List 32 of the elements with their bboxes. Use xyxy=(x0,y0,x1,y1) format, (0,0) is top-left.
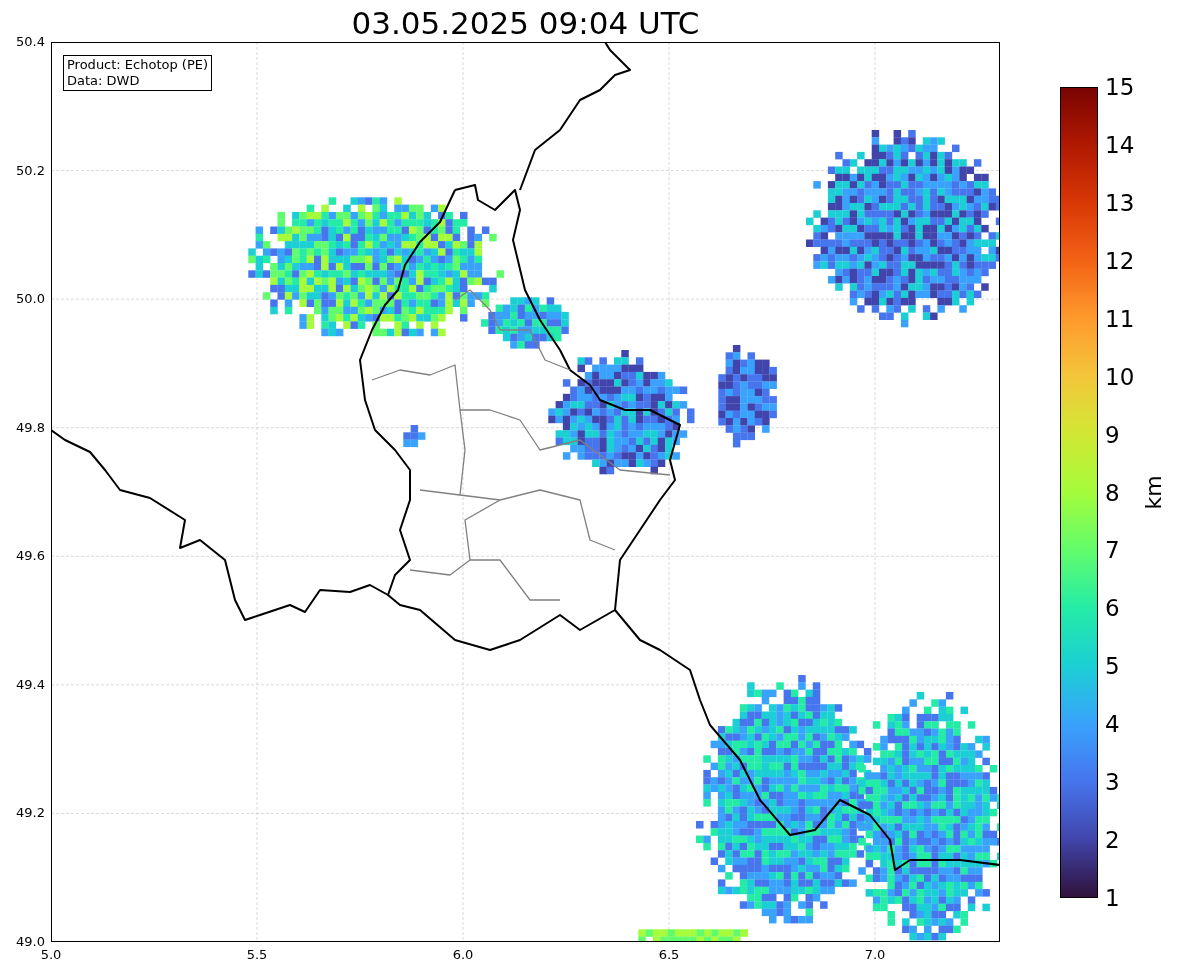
colorbar-tick-label: 5 xyxy=(1105,654,1120,679)
colorbar-tick-label: 4 xyxy=(1105,712,1120,737)
colorbar-tick-label: 8 xyxy=(1105,480,1120,505)
y-tick-label: 49.2 xyxy=(16,806,45,821)
x-tick-label: 6.0 xyxy=(452,948,474,962)
y-tick-label: 49.0 xyxy=(16,935,45,949)
colorbar-tick-label: 1 xyxy=(1105,886,1120,910)
colorbar-tick-label: 10 xyxy=(1105,364,1135,389)
colorbar-tick-label: 3 xyxy=(1105,770,1120,795)
radar-echo xyxy=(403,425,426,448)
figure-title: 03.05.2025 09:04 UTC xyxy=(351,8,700,42)
colorbar-tick-label: 14 xyxy=(1105,132,1135,157)
y-tick-label: 49.6 xyxy=(16,549,45,564)
colorbar-tick-label: 13 xyxy=(1105,190,1135,215)
x-tick-label: 7.0 xyxy=(864,948,886,962)
y-tick-label: 49.4 xyxy=(16,677,45,692)
x-tick-label: 5.0 xyxy=(40,948,62,962)
y-tick-label: 49.8 xyxy=(16,420,45,435)
colorbar-tick-label: 11 xyxy=(1105,306,1135,331)
colorbar-label: km xyxy=(1139,475,1167,510)
colorbar-tick-label: 2 xyxy=(1105,828,1120,853)
y-tick-label: 50.0 xyxy=(16,292,45,307)
colorbar-tick-label: 9 xyxy=(1105,422,1120,447)
x-tick-label: 6.5 xyxy=(658,948,680,962)
info-box: Product: Echotop (PE) Data: DWD xyxy=(63,55,213,91)
x-tick-label: 5.5 xyxy=(246,948,268,962)
y-tick-label: 50.2 xyxy=(16,163,45,178)
colorbar-tick-label: 6 xyxy=(1105,596,1120,621)
colorbar-tick-label: 15 xyxy=(1105,75,1135,99)
colorbar-tick-label: 7 xyxy=(1105,538,1120,563)
y-tick-label: 50.4 xyxy=(16,35,45,49)
colorbar-tick-label: 12 xyxy=(1105,248,1135,273)
